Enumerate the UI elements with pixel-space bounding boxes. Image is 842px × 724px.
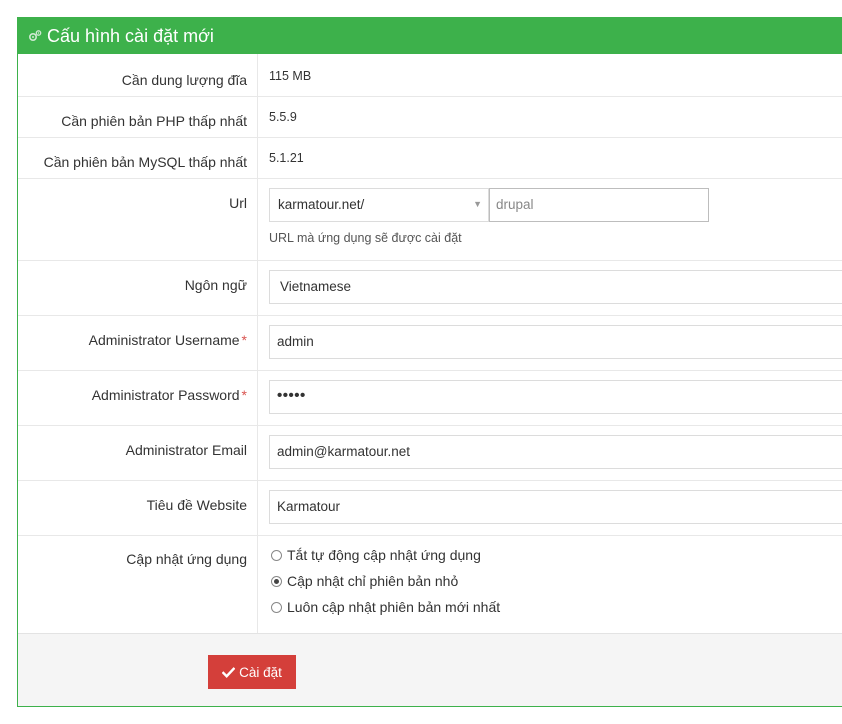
panel-title: Cấu hình cài đặt mới	[47, 25, 214, 46]
caret-down-icon: ▼	[473, 199, 482, 209]
admin-email-row: Administrator Email admin@karmatour.net	[18, 425, 842, 481]
form-footer: Cài đặt	[18, 633, 842, 706]
site-title-input[interactable]: Karmatour	[269, 490, 842, 524]
required-mark: *	[241, 387, 247, 403]
update-option-label: Tắt tự động cập nhật ứng dụng	[287, 547, 481, 563]
php-value: 5.5.9	[269, 110, 297, 124]
language-select[interactable]: Vietnamese	[269, 270, 842, 304]
language-value: Vietnamese	[280, 279, 352, 294]
admin-password-masked: •••••	[277, 387, 306, 404]
updates-label: Cập nhật ứng dụng	[126, 551, 247, 567]
update-option-label: Cập nhật chỉ phiên bản nhỏ	[287, 573, 459, 589]
install-config-panel: Cấu hình cài đặt mới Cần dung lượng đĩa …	[17, 17, 842, 707]
install-button[interactable]: Cài đặt	[208, 655, 296, 689]
url-path-input[interactable]: drupal	[489, 188, 709, 222]
check-icon	[222, 666, 236, 678]
admin-username-label: Administrator Username *	[88, 332, 247, 348]
panel-header: Cấu hình cài đặt mới	[18, 18, 842, 54]
admin-password-input[interactable]: •••••	[269, 380, 842, 414]
required-mark: *	[241, 332, 247, 348]
url-domain-value: karmatour.net/	[278, 197, 365, 212]
requirement-row-php: Cần phiên bản PHP thấp nhất 5.5.9	[18, 96, 842, 138]
update-option-disable[interactable]: Tắt tự động cập nhật ứng dụng	[271, 547, 481, 563]
update-option-minor[interactable]: Cập nhật chỉ phiên bản nhỏ	[271, 573, 458, 589]
php-label: Cần phiên bản PHP thấp nhất	[61, 113, 247, 129]
site-title-row: Tiêu đề Website Karmatour	[18, 480, 842, 536]
admin-username-value: admin	[277, 334, 314, 349]
url-row: Url karmatour.net/ ▼ drupal URL mà ứng d…	[18, 178, 842, 261]
disk-value: 115 MB	[269, 69, 312, 83]
language-row: Ngôn ngữ Vietnamese	[18, 260, 842, 316]
radio-button-checked[interactable]	[271, 575, 282, 587]
requirement-row-disk: Cần dung lượng đĩa 115 MB	[18, 54, 842, 97]
admin-password-label: Administrator Password *	[91, 387, 247, 403]
url-label: Url	[229, 195, 247, 211]
admin-username-input[interactable]: admin	[269, 325, 842, 359]
admin-password-row: Administrator Password * •••••	[18, 370, 842, 426]
site-title-label: Tiêu đề Website	[146, 497, 247, 513]
install-button-label: Cài đặt	[239, 664, 282, 680]
mysql-label: Cần phiên bản MySQL thấp nhất	[43, 154, 247, 170]
disk-label: Cần dung lượng đĩa	[121, 72, 247, 88]
admin-email-value: admin@karmatour.net	[277, 444, 411, 459]
mysql-value: 5.1.21	[269, 151, 304, 165]
url-path-placeholder: drupal	[496, 197, 534, 212]
url-help-text: URL mà ứng dụng sẽ được cài đặt	[269, 231, 462, 245]
updates-row: Cập nhật ứng dụng Tắt tự động cập nhật ứ…	[18, 535, 842, 633]
gears-icon	[28, 30, 42, 42]
url-domain-select[interactable]: karmatour.net/ ▼	[269, 188, 489, 222]
site-title-value: Karmatour	[277, 499, 341, 514]
update-option-label: Luôn cập nhật phiên bản mới nhất	[287, 599, 501, 615]
radio-button[interactable]	[271, 601, 282, 613]
update-option-latest[interactable]: Luôn cập nhật phiên bản mới nhất	[271, 599, 500, 615]
admin-email-label: Administrator Email	[125, 442, 247, 458]
requirement-row-mysql: Cần phiên bản MySQL thấp nhất 5.1.21	[18, 137, 842, 179]
admin-email-input[interactable]: admin@karmatour.net	[269, 435, 842, 469]
admin-username-row: Administrator Username * admin	[18, 315, 842, 371]
radio-button[interactable]	[271, 549, 282, 561]
language-label: Ngôn ngữ	[184, 277, 247, 293]
